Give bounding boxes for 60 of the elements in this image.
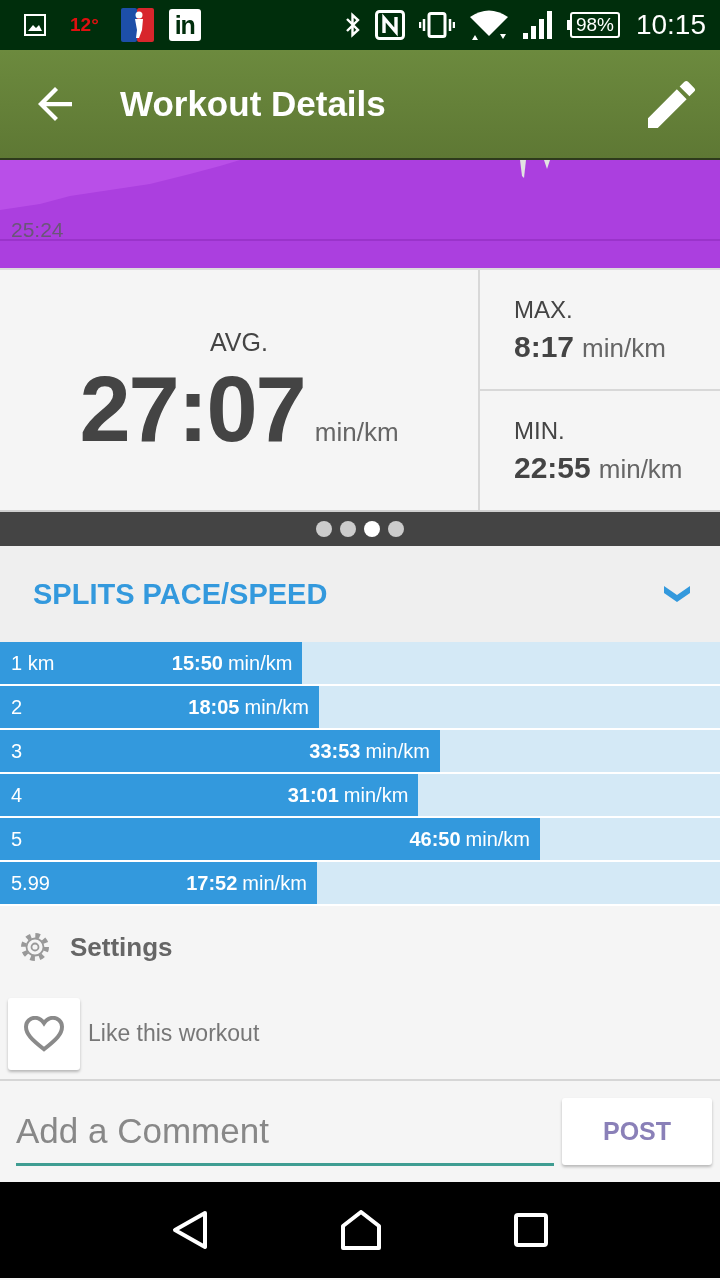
split-unit: min/km bbox=[227, 651, 293, 675]
image-icon bbox=[24, 14, 46, 36]
split-label: 5.99 bbox=[11, 871, 50, 895]
chart-time-label: 25:24 bbox=[11, 218, 64, 241]
split-label: 5 bbox=[11, 827, 23, 851]
split-pace: 17:52 bbox=[186, 871, 238, 895]
logo-icon bbox=[120, 8, 154, 42]
pace-value: 8:17 bbox=[514, 329, 575, 364]
split-unit: min/km bbox=[465, 827, 530, 851]
logo-badge: in bbox=[168, 9, 201, 41]
like-button[interactable] bbox=[8, 997, 80, 1070]
heart-icon bbox=[24, 1015, 64, 1052]
wifi-icon bbox=[468, 10, 509, 40]
split-unit: min/km bbox=[242, 871, 307, 895]
page-dot[interactable] bbox=[340, 521, 356, 537]
screen-title: Workout Details bbox=[120, 84, 387, 124]
pencil-icon[interactable] bbox=[648, 80, 696, 128]
chart-peak bbox=[520, 160, 526, 178]
stat-label: MAX. bbox=[514, 295, 574, 324]
chart-peak bbox=[544, 160, 550, 169]
battery-indicator: 98% bbox=[569, 11, 620, 39]
split-pace: 33:53 bbox=[309, 739, 361, 763]
pace-unit: min/km bbox=[582, 332, 666, 364]
recent-apps-icon[interactable] bbox=[514, 1213, 549, 1247]
page-dot[interactable] bbox=[388, 521, 404, 537]
split-pace: 46:50 bbox=[409, 827, 461, 851]
page-dot[interactable] bbox=[364, 521, 380, 537]
clock-time: 10:15 bbox=[635, 9, 706, 41]
split-label: 1 km bbox=[11, 651, 55, 675]
pace-unit: min/km bbox=[314, 417, 399, 449]
comment-input-field[interactable]: Add a Comment bbox=[16, 1098, 554, 1166]
bluetooth-icon bbox=[344, 12, 361, 38]
nfc-icon bbox=[374, 10, 405, 40]
split-unit: min/km bbox=[244, 695, 309, 719]
split-pace: 31:01 bbox=[287, 783, 339, 807]
like-label: Like this workout bbox=[88, 1020, 260, 1047]
page-dot[interactable] bbox=[316, 521, 332, 537]
split-label: 4 bbox=[11, 783, 23, 807]
settings-link[interactable]: Settings bbox=[70, 931, 173, 963]
split-pace: 15:50 bbox=[171, 651, 223, 675]
back-arrow-icon[interactable] bbox=[38, 87, 72, 121]
section-title: SPLITS PACE/SPEED bbox=[33, 577, 329, 611]
post-button[interactable]: POST bbox=[562, 1098, 712, 1165]
gear-icon[interactable] bbox=[20, 932, 50, 962]
signal-icon bbox=[522, 11, 553, 39]
back-icon[interactable] bbox=[171, 1210, 208, 1250]
split-label: 2 bbox=[11, 695, 23, 719]
stat-label: MIN. bbox=[514, 416, 566, 445]
split-pace: 18:05 bbox=[188, 695, 240, 719]
split-label: 3 bbox=[11, 739, 23, 763]
vibrate-icon bbox=[418, 12, 455, 38]
average-label: AVG. bbox=[210, 328, 268, 358]
split-unit: min/km bbox=[343, 783, 409, 807]
chevron-down-icon[interactable] bbox=[664, 586, 690, 602]
pace-value: 22:55 bbox=[514, 450, 591, 485]
pace-unit: min/km bbox=[598, 453, 683, 485]
temperature-text: 12° bbox=[70, 14, 99, 36]
average-pace-value: 27:07 bbox=[79, 361, 305, 458]
home-icon[interactable] bbox=[341, 1210, 381, 1250]
split-unit: min/km bbox=[365, 739, 430, 763]
